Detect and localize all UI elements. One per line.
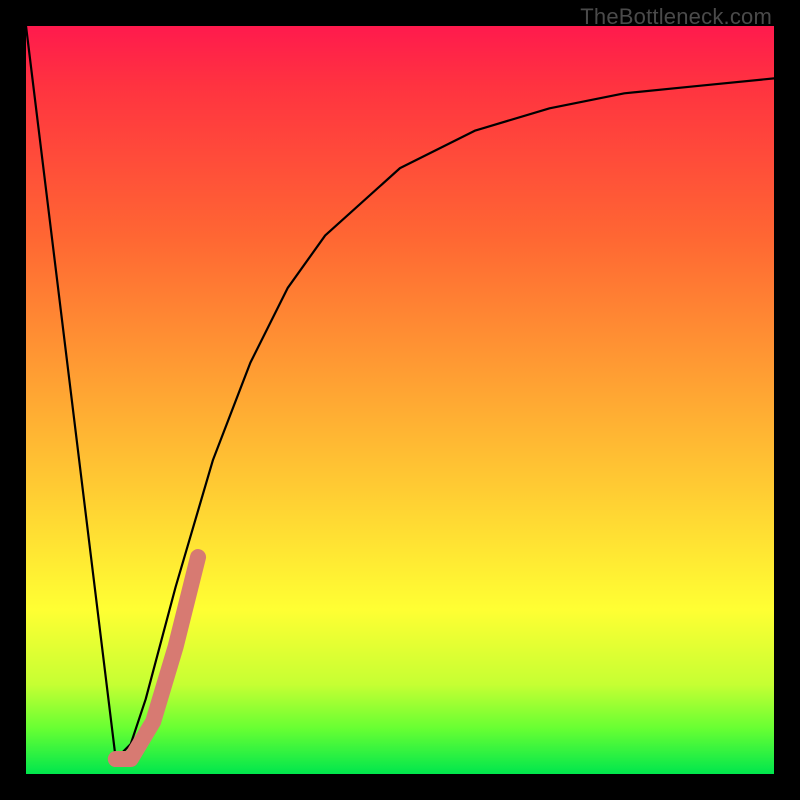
chart-svg: [26, 26, 774, 774]
watermark-text: TheBottleneck.com: [580, 4, 772, 30]
curve-layer: [26, 26, 774, 759]
bottleneck-curve-path: [26, 26, 774, 759]
plot-area: [26, 26, 774, 774]
chart-frame: TheBottleneck.com: [0, 0, 800, 800]
